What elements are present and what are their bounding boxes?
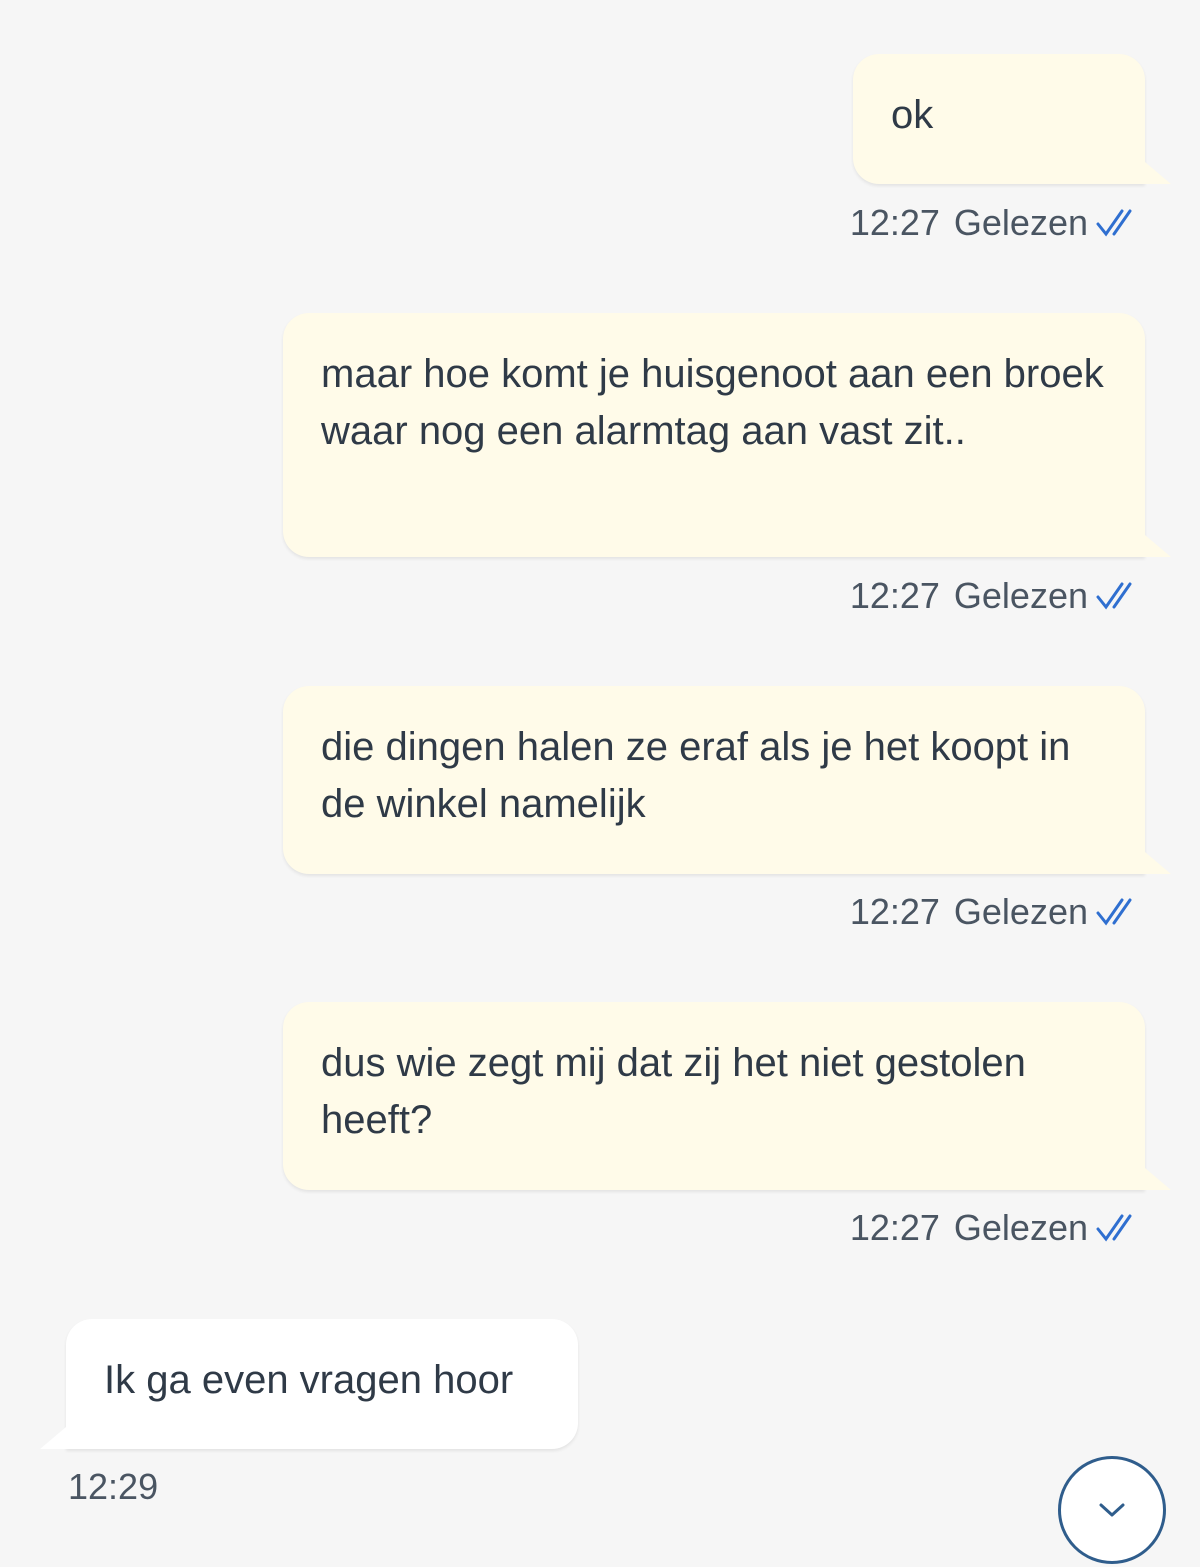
message-text: dus wie zegt mij dat zij het niet gestol…: [321, 1041, 1026, 1142]
chevron-down-icon: [1099, 1503, 1125, 1517]
read-status: Gelezen: [953, 891, 1088, 932]
message-text: ok: [891, 93, 934, 137]
message-text: die dingen halen ze eraf als je het koop…: [321, 725, 1071, 826]
message-text: Ik ga even vragen hoor: [104, 1358, 514, 1402]
message-bubble-outgoing[interactable]: die dingen halen ze eraf als je het koop…: [283, 686, 1171, 874]
message-meta: 12:27 Gelezen: [850, 198, 1140, 248]
message-bubble-outgoing[interactable]: dus wie zegt mij dat zij het niet gestol…: [283, 1002, 1171, 1190]
scroll-down-button[interactable]: [1058, 1456, 1166, 1564]
read-status: Gelezen: [953, 1207, 1088, 1248]
message-time: 12:27: [849, 202, 940, 243]
double-check-icon: [1096, 209, 1132, 237]
read-status: Gelezen: [953, 575, 1088, 616]
message-text: maar hoe komt je huisgenoot aan een broe…: [321, 352, 1104, 453]
double-check-icon: [1096, 582, 1132, 610]
read-status: Gelezen: [953, 202, 1088, 243]
message-meta: 12:27 Gelezen: [850, 887, 1140, 937]
message-bubble-outgoing[interactable]: maar hoe komt je huisgenoot aan een broe…: [283, 313, 1171, 557]
message-time: 12:29: [68, 1466, 159, 1507]
message-meta: 12:27 Gelezen: [850, 571, 1140, 621]
double-check-icon: [1096, 898, 1132, 926]
message-time: 12:27: [849, 1207, 940, 1248]
message-time: 12:27: [849, 575, 940, 616]
message-time: 12:27: [849, 891, 940, 932]
double-check-icon: [1096, 1214, 1132, 1242]
message-bubble-outgoing[interactable]: ok: [853, 54, 1171, 184]
message-bubble-incoming[interactable]: Ik ga even vragen hoor: [40, 1319, 578, 1449]
message-meta: 12:27 Gelezen: [850, 1203, 1140, 1253]
